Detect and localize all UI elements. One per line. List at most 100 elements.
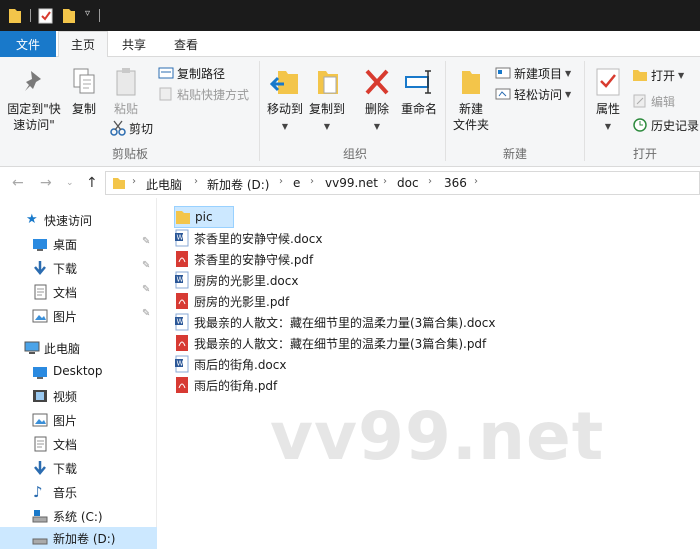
copy-to-button[interactable]: 复制到 ▼ — [306, 67, 348, 135]
clipboard-group-label: 剪贴板 — [111, 147, 148, 161]
history-icon — [633, 118, 647, 132]
word-document-icon: W — [175, 229, 189, 247]
delete-dropdown-icon: ▼ — [373, 122, 381, 131]
properties-label: 属性 — [595, 102, 620, 116]
breadcrumb-separator-icon[interactable]: › — [428, 176, 432, 187]
navigation-bar: ← → ⌄ ↑ › 此电脑 › 新加卷 (D:) › e › vv99.net … — [0, 168, 700, 198]
breadcrumb-item[interactable]: vv99.net — [325, 176, 378, 190]
scissors-icon — [110, 120, 126, 136]
breadcrumb-separator-icon[interactable]: › — [279, 176, 283, 187]
group-divider — [259, 61, 260, 161]
list-item[interactable]: 我最亲的人散文：藏在细节里的温柔力量(3篇合集).pdf — [174, 332, 486, 354]
list-item[interactable]: 茶香里的安静守候.pdf — [174, 248, 313, 270]
nav-item-desktop[interactable]: 桌面 ✎ — [0, 233, 157, 255]
nav-item-music[interactable]: ♪ 音乐 — [0, 481, 157, 503]
nav-label: 图片 — [53, 310, 78, 324]
copy-to-dropdown-icon: ▼ — [323, 122, 331, 131]
nav-item-drive-d[interactable]: 新加卷 (D:) — [0, 527, 157, 549]
copy-button[interactable]: 复制 — [66, 67, 102, 117]
copy-to-label: 复制到 — [308, 102, 345, 116]
drive-icon — [32, 510, 48, 523]
breadcrumb-item[interactable]: e — [293, 176, 300, 190]
nav-item-downloads[interactable]: 下载 ✎ — [0, 257, 157, 279]
breadcrumb-item[interactable]: doc — [397, 176, 419, 190]
list-item[interactable]: 厨房的光影里.pdf — [174, 290, 289, 312]
open-dropdown-icon: ▼ — [678, 70, 685, 80]
svg-text:W: W — [177, 360, 184, 368]
pin-quick-access-label-1: 固定到"快 — [7, 102, 61, 116]
properties-button[interactable]: 属性 ▼ — [590, 67, 626, 135]
word-document-icon: W — [175, 271, 189, 289]
up-arrow-icon[interactable]: ↑ — [86, 175, 98, 191]
open-button[interactable]: 打开 ▼ — [632, 65, 684, 85]
move-to-button[interactable]: 移动到 ▼ — [264, 67, 306, 135]
breadcrumb-separator-icon[interactable]: › — [383, 176, 387, 187]
star-icon: ★ — [26, 212, 38, 227]
nav-item-videos[interactable]: 视频 — [0, 385, 157, 407]
nav-label: 新加卷 (D:) — [53, 532, 116, 546]
breadcrumb-item[interactable]: 366 — [444, 176, 467, 190]
new-item-button[interactable]: 新建项目 ▼ — [495, 63, 571, 83]
breadcrumb-separator-icon[interactable]: › — [132, 176, 136, 187]
new-folder-icon[interactable] — [62, 7, 76, 24]
pin-icon[interactable]: ✎ — [142, 284, 150, 295]
list-item[interactable]: W 茶香里的安静守候.docx — [174, 227, 322, 249]
breadcrumb-item[interactable]: 新加卷 (D:) — [207, 176, 269, 193]
tab-file[interactable]: 文件 — [0, 31, 56, 57]
customize-toolbar-icon[interactable]: ▿ — [85, 8, 90, 19]
nav-item-pictures[interactable]: 图片 ✎ — [0, 305, 157, 327]
recent-locations-chevron-icon[interactable]: ⌄ — [66, 178, 74, 188]
tab-view[interactable]: 查看 — [164, 31, 208, 58]
pdf-icon — [176, 293, 188, 309]
edit-button[interactable]: 编辑 — [632, 91, 675, 111]
nav-label: 图片 — [53, 414, 78, 428]
delete-button[interactable]: 删除 ▼ — [358, 67, 396, 135]
list-item[interactable]: W 厨房的光影里.docx — [174, 269, 298, 291]
list-item[interactable]: pic — [174, 206, 234, 228]
folder-icon — [176, 211, 190, 224]
pin-icon[interactable]: ✎ — [142, 260, 150, 271]
cut-button[interactable]: 剪切 — [110, 118, 153, 138]
file-list: pic W 茶香里的安静守候.docx 茶香里的安静守候.pdf W 厨房的光影… — [158, 198, 700, 540]
history-button[interactable]: 历史记录 — [632, 115, 699, 135]
paste-shortcut-button[interactable]: 粘贴快捷方式 — [158, 84, 249, 104]
list-item[interactable]: W 雨后的街角.docx — [174, 353, 286, 375]
nav-quick-access[interactable]: ★ 快速访问 — [0, 209, 157, 231]
nav-item-desktop-pc[interactable]: Desktop — [0, 361, 157, 383]
easy-access-button[interactable]: 轻松访问 ▼ — [495, 84, 571, 104]
breadcrumb-separator-icon[interactable]: › — [194, 176, 198, 187]
nav-item-pictures-pc[interactable]: 图片 — [0, 409, 157, 431]
desktop-icon — [33, 367, 47, 379]
pictures-icon — [32, 413, 48, 427]
list-item[interactable]: W 我最亲的人散文：藏在细节里的温柔力量(3篇合集).docx — [174, 311, 495, 333]
paste-button[interactable]: 粘贴 — [106, 67, 146, 117]
nav-label: 下载 — [53, 462, 78, 476]
title-bar: ▿ — [0, 0, 700, 31]
title-separator — [99, 9, 100, 22]
breadcrumb-item[interactable]: 此电脑 — [146, 176, 182, 193]
paste-icon — [116, 68, 136, 96]
edit-icon — [633, 94, 646, 108]
nav-this-pc[interactable]: 此电脑 — [0, 337, 157, 359]
rename-button[interactable]: 重命名 — [398, 67, 440, 117]
breadcrumb-separator-icon[interactable]: › — [474, 176, 478, 187]
forward-arrow-icon[interactable]: → — [40, 175, 52, 191]
file-name: 厨房的光影里.docx — [194, 273, 299, 288]
nav-item-drive-c[interactable]: 系统 (C:) — [0, 505, 157, 527]
nav-item-documents[interactable]: 文档 ✎ — [0, 281, 157, 303]
file-name: 茶香里的安静守候.pdf — [194, 252, 314, 267]
list-item[interactable]: 雨后的街角.pdf — [174, 374, 277, 396]
back-arrow-icon[interactable]: ← — [12, 175, 24, 191]
nav-item-documents-pc[interactable]: 文档 — [0, 433, 157, 455]
copy-path-button[interactable]: 复制路径 — [158, 63, 225, 83]
tab-share[interactable]: 共享 — [112, 31, 156, 58]
nav-item-downloads-pc[interactable]: 下载 — [0, 457, 157, 479]
pin-icon[interactable]: ✎ — [142, 308, 150, 319]
pin-icon[interactable]: ✎ — [142, 236, 150, 247]
properties-icon[interactable] — [38, 7, 54, 24]
pin-quick-access-button[interactable]: 固定到"快 速访问" — [4, 67, 64, 133]
breadcrumb-separator-icon[interactable]: › — [310, 176, 314, 187]
new-folder-button[interactable]: 新建 文件夹 — [450, 67, 492, 133]
tab-home[interactable]: 主页 — [58, 31, 108, 58]
address-bar[interactable]: › 此电脑 › 新加卷 (D:) › e › vv99.net › doc › … — [105, 171, 700, 195]
